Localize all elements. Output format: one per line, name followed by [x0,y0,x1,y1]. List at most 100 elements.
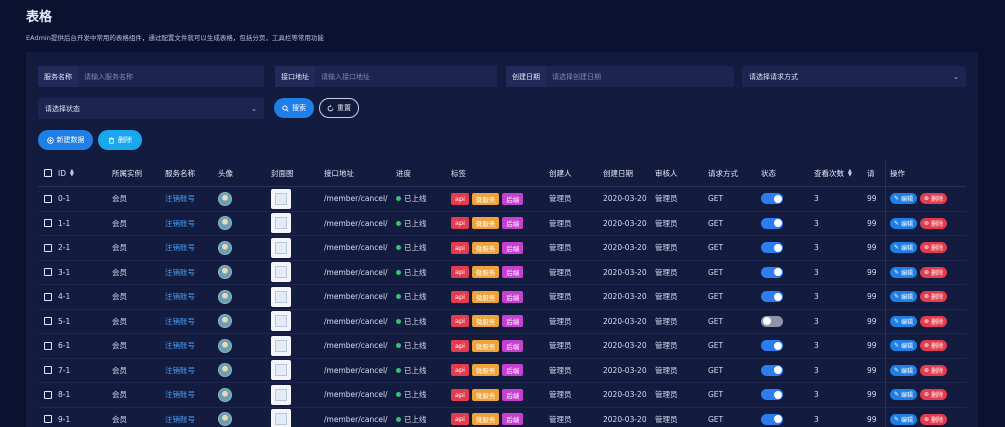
status-select[interactable]: 请选择状态 ⌄ [38,98,264,119]
status-toggle[interactable] [761,266,783,278]
edit-icon: ✎ [894,195,900,203]
delete-button[interactable]: ⊗ 删除 [920,242,948,254]
status-toggle[interactable] [761,315,783,327]
delete-button[interactable]: ⊗ 删除 [920,217,948,229]
cell-cover [271,384,324,405]
cover-image[interactable] [271,335,291,356]
header-id[interactable]: ID ▲ ▼ [58,169,112,178]
row-checkbox[interactable] [44,243,52,252]
header-progress: 进度 [396,168,411,178]
cell-status [761,266,814,278]
cover-image[interactable] [271,237,291,258]
delete-button[interactable]: ⊗ 删除 [920,389,948,401]
status-toggle[interactable] [761,193,783,205]
row-checkbox[interactable] [44,219,52,228]
delete-button[interactable]: ⊗ 删除 [920,291,948,303]
api-address-input[interactable] [315,66,497,87]
row-checkbox[interactable] [44,390,52,399]
cover-image[interactable] [271,213,291,234]
table-row: 0-1 会员 注销账号/member/cancel/已上线 api 微服务 后端 管理员 20… [38,187,966,212]
cover-image[interactable] [271,188,291,209]
status-toggle[interactable] [761,291,783,303]
cell-service-link[interactable]: 注销账号 [165,340,218,351]
delete-button[interactable]: ⊗ 删除 [920,315,948,327]
cell-avatar [218,265,271,280]
cell-service-link[interactable]: 注销账号 [165,267,218,278]
cell-service-link[interactable]: 注销账号 [165,218,218,229]
status-toggle[interactable] [761,242,783,254]
add-data-button[interactable]: 新建数据 [38,130,93,150]
edit-button[interactable]: ✎ 编辑 [890,315,918,327]
row-checkbox[interactable] [44,366,52,375]
cell-ops: ✎ 编辑 ⊗ 删除 [885,383,962,407]
cell-cover [271,213,324,234]
status-toggle[interactable] [761,364,783,376]
request-method-select[interactable]: 请选择请求方式 ⌄ [742,66,966,87]
sort-icon[interactable]: ▲ ▼ [70,169,74,178]
delete-button[interactable]: ⊗ 删除 [920,413,948,425]
status-toggle[interactable] [761,389,783,401]
row-checkbox[interactable] [44,341,52,350]
delete-button[interactable]: ⊗ 删除 [920,193,948,205]
cell-service-link[interactable]: 注销账号 [165,242,218,253]
cover-image[interactable] [271,262,291,283]
status-toggle[interactable] [761,217,783,229]
cell-id: 1-1 [58,218,71,228]
cell-id: 2-1 [58,243,71,253]
cell-views: 3 [814,292,819,302]
cell-service-link[interactable]: 注销账号 [165,365,218,376]
edit-button[interactable]: ✎ 编辑 [890,266,918,278]
row-checkbox[interactable] [44,268,52,277]
cell-service-link[interactable]: 注销账号 [165,389,218,400]
cell-service-link[interactable]: 注销账号 [165,193,218,204]
cell-status [761,340,814,352]
header-views[interactable]: 查看次数 ▲ ▼ [814,168,867,179]
edit-button[interactable]: ✎ 编辑 [890,193,918,205]
edit-button[interactable]: ✎ 编辑 [890,340,918,352]
cell-created-date: 2020-03-20 [603,218,647,228]
header-ops: 操作 [885,160,962,186]
edit-button[interactable]: ✎ 编辑 [890,413,918,425]
delete-button[interactable]: ⊗ 删除 [920,266,948,278]
cell-service-link[interactable]: 注销账号 [165,291,218,302]
header-instance: 所属实例 [112,168,142,178]
table-row: 8-1 会员 注销账号/member/cancel/已上线 api 微服务 后端 管理员 20… [38,383,966,408]
cell-id: 3-1 [58,267,71,277]
cell-status [761,217,814,229]
cover-image[interactable] [271,360,291,381]
row-checkbox[interactable] [44,292,52,301]
status-toggle[interactable] [761,413,783,425]
row-checkbox[interactable] [44,194,52,203]
delete-button[interactable]: ⊗ 删除 [920,364,948,376]
created-date-input[interactable] [546,66,734,87]
row-checkbox[interactable] [44,317,52,326]
edit-button[interactable]: ✎ 编辑 [890,389,918,401]
edit-button[interactable]: ✎ 编辑 [890,217,918,229]
cell-service-link[interactable]: 注销账号 [165,414,218,425]
batch-delete-button[interactable]: 删除 [98,130,142,150]
row-select-cell [38,243,58,252]
sort-icon[interactable]: ▲ ▼ [848,169,852,178]
status-toggle[interactable] [761,340,783,352]
service-name-input[interactable] [78,66,264,87]
cell-service-link[interactable]: 注销账号 [165,316,218,327]
cover-image[interactable] [271,384,291,405]
cell-views: 3 [814,341,819,351]
select-all-checkbox[interactable] [44,169,52,177]
chevron-down-icon: ⌄ [251,104,257,113]
cell-auditor: 管理员 [655,390,678,400]
search-button[interactable]: 搜索 [274,98,314,118]
cell-method: GET [708,243,724,253]
cover-image[interactable] [271,311,291,332]
edit-button[interactable]: ✎ 编辑 [890,242,918,254]
edit-button[interactable]: ✎ 编辑 [890,364,918,376]
row-checkbox[interactable] [44,415,52,424]
cell-created-date: 2020-03-20 [603,365,647,375]
cover-image[interactable] [271,409,291,427]
cell-tags: api 微服务 后端 [451,413,549,426]
cell-method: GET [708,218,724,228]
edit-button[interactable]: ✎ 编辑 [890,291,918,303]
delete-button[interactable]: ⊗ 删除 [920,340,948,352]
cover-image[interactable] [271,286,291,307]
reset-button[interactable]: 重置 [319,98,359,118]
